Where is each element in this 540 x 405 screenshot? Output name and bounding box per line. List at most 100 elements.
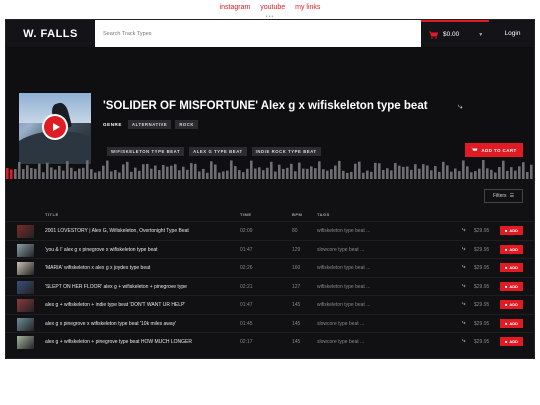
track-tags[interactable]: wifiskeleton type beat ... bbox=[317, 228, 370, 234]
cover-art bbox=[19, 93, 91, 164]
add-button[interactable]: ■ ADD bbox=[500, 337, 523, 346]
table-header: TITLE TIME BPM TAGS bbox=[6, 210, 534, 220]
track-thumbnail[interactable] bbox=[17, 262, 34, 275]
cart-icon: ■ bbox=[504, 246, 508, 252]
track-title[interactable]: 'SLEPT ON HER FLOOR' alex g + wifiskelet… bbox=[45, 284, 187, 290]
track-time: 01:47 bbox=[240, 246, 253, 253]
track-thumbnail[interactable] bbox=[17, 336, 34, 349]
cart-icon: ■ bbox=[504, 339, 508, 344]
genre-chip[interactable]: ROCK bbox=[175, 120, 199, 129]
add-button[interactable]: ■ ADD bbox=[500, 281, 523, 291]
filter-icon: ☰ bbox=[509, 193, 515, 199]
waveform[interactable] bbox=[6, 159, 535, 179]
track-title[interactable]: alex g + wifiskeleton + pinegrove type b… bbox=[45, 339, 192, 345]
col-tags: TAGS bbox=[317, 212, 330, 217]
tag-chip[interactable]: WIFISKELETON TYPE BEAT bbox=[107, 147, 185, 156]
table-row[interactable]: 'MARIA' wifiskeleton x alex g x joydes t… bbox=[6, 258, 534, 277]
table-row[interactable]: alex g x pinegrove x wifiskeleton type b… bbox=[6, 313, 534, 333]
track-thumbnail[interactable] bbox=[17, 317, 34, 331]
track-price: $29.95 bbox=[474, 246, 490, 253]
cart-icon: ■ bbox=[504, 302, 508, 307]
play-button[interactable] bbox=[42, 114, 68, 140]
track-tags[interactable]: wifiskeleton type beat ... bbox=[317, 284, 370, 290]
genre-label: GENRE bbox=[103, 122, 123, 127]
col-bpm: BPM bbox=[292, 212, 303, 217]
track-time: 02:26 bbox=[240, 265, 253, 271]
track-thumbnail[interactable] bbox=[17, 243, 34, 257]
table-row[interactable]: 'SLEPT ON HER FLOOR' alex g + wifiskelet… bbox=[6, 276, 534, 296]
track-title: 'SOLIDER OF MISFORTUNE' Alex g x wifiske… bbox=[103, 100, 428, 112]
header: W. FALLS $0.00 ▼ Login bbox=[6, 20, 534, 47]
tag-chip[interactable]: ALEX G TYPE BEAT bbox=[189, 147, 247, 156]
table-row[interactable]: 2001 LOVESTORY | Alex G, Wifiskeleton, O… bbox=[6, 221, 534, 240]
track-price: $29.95 bbox=[474, 265, 490, 271]
store-frame: W. FALLS $0.00 ▼ Login 'SOLIDER OF MISFO… bbox=[5, 19, 535, 359]
col-time: TIME bbox=[240, 212, 252, 217]
cart-icon: ■ bbox=[504, 283, 508, 289]
track-tags[interactable]: slowcore type beat ... bbox=[317, 321, 364, 327]
genre-row: GENRE ALTERNATIVE ROCK bbox=[103, 120, 199, 129]
share-icon[interactable]: ⤷ bbox=[462, 246, 465, 253]
track-price: $29.95 bbox=[474, 228, 490, 234]
login-button[interactable]: Login bbox=[489, 20, 534, 47]
track-thumbnail[interactable] bbox=[17, 299, 34, 312]
add-button[interactable]: ■ ADD bbox=[500, 226, 523, 235]
track-bpm: 129 bbox=[292, 246, 301, 253]
track-time: 02:09 bbox=[240, 228, 253, 234]
search-input[interactable] bbox=[95, 20, 421, 47]
track-bpm: 160 bbox=[292, 265, 301, 271]
cart-icon bbox=[471, 147, 478, 151]
cart-button[interactable]: $0.00 ▼ bbox=[421, 20, 489, 47]
track-bpm: 145 bbox=[292, 302, 301, 308]
track-thumbnail[interactable] bbox=[17, 280, 34, 294]
table-row[interactable]: 'you & I' alex g x pinegrove x wifiskele… bbox=[6, 239, 534, 259]
logo[interactable]: W. FALLS bbox=[6, 20, 95, 47]
track-price: $29.95 bbox=[474, 283, 490, 290]
track-bpm: 145 bbox=[292, 320, 301, 327]
track-time: 02:17 bbox=[240, 339, 253, 345]
track-bpm: 145 bbox=[292, 339, 301, 345]
track-tags[interactable]: slowcore type beat ... bbox=[317, 339, 364, 345]
col-title: TITLE bbox=[45, 212, 59, 217]
track-price: $29.95 bbox=[474, 320, 490, 327]
cart-icon bbox=[429, 31, 438, 39]
play-icon bbox=[52, 123, 60, 131]
link-my-links[interactable]: my links bbox=[295, 4, 320, 11]
cart-icon: ■ bbox=[504, 265, 508, 270]
cart-icon: ■ bbox=[504, 228, 508, 233]
add-button[interactable]: ■ ADD bbox=[500, 263, 523, 272]
track-title[interactable]: 'MARIA' wifiskeleton x alex g x joydes t… bbox=[45, 265, 150, 271]
add-button[interactable]: ■ ADD bbox=[500, 244, 523, 254]
genre-chip[interactable]: ALTERNATIVE bbox=[128, 120, 172, 129]
track-title[interactable]: 'you & I' alex g x pinegrove x wifiskele… bbox=[45, 247, 158, 253]
tags-row: WIFISKELETON TYPE BEAT ALEX G TYPE BEAT … bbox=[107, 147, 321, 156]
track-tags[interactable]: wifiskeleton type beat ... bbox=[317, 265, 370, 271]
share-icon[interactable]: ⤷ bbox=[462, 338, 465, 345]
share-icon[interactable]: ⤷ bbox=[462, 283, 465, 290]
track-tags[interactable]: slowcore type beat ... bbox=[317, 247, 364, 253]
share-icon[interactable]: ⤷ bbox=[462, 320, 465, 327]
track-time: 01:47 bbox=[240, 302, 253, 308]
table-row[interactable]: alex g + wifiskeleton + pinegrove type b… bbox=[6, 332, 534, 351]
track-bpm: 80 bbox=[292, 228, 298, 234]
share-icon[interactable]: ⤷ bbox=[462, 227, 465, 234]
track-tags[interactable]: wifiskeleton type beat ... bbox=[317, 302, 370, 308]
track-time: 02:21 bbox=[240, 283, 253, 290]
share-icon[interactable]: ⤷ bbox=[462, 264, 465, 271]
track-title[interactable]: alex g + wifiskeleton + indie type beat … bbox=[45, 302, 185, 308]
table-row[interactable]: alex g + wifiskeleton + indie type beat … bbox=[6, 295, 534, 314]
filters-button[interactable]: Filters ☰ bbox=[484, 189, 523, 203]
link-youtube[interactable]: youtube bbox=[260, 4, 285, 11]
track-title[interactable]: alex g x pinegrove x wifiskeleton type b… bbox=[45, 321, 176, 327]
track-price: $29.95 bbox=[474, 302, 490, 308]
link-instagram[interactable]: instagram bbox=[220, 4, 251, 11]
add-button[interactable]: ■ ADD bbox=[500, 318, 523, 328]
share-icon[interactable]: ⤷ bbox=[462, 301, 465, 308]
add-button[interactable]: ■ ADD bbox=[500, 300, 523, 309]
share-icon[interactable]: ⤷ bbox=[458, 102, 462, 112]
add-to-cart-button[interactable]: ADD TO CART bbox=[465, 143, 523, 157]
track-thumbnail[interactable] bbox=[17, 225, 34, 238]
track-title[interactable]: 2001 LOVESTORY | Alex G, Wifiskeleton, O… bbox=[45, 228, 189, 234]
top-links-bar: instagram youtube my links ••• bbox=[0, 4, 540, 20]
tag-chip[interactable]: INDIE ROCK TYPE BEAT bbox=[251, 147, 321, 156]
